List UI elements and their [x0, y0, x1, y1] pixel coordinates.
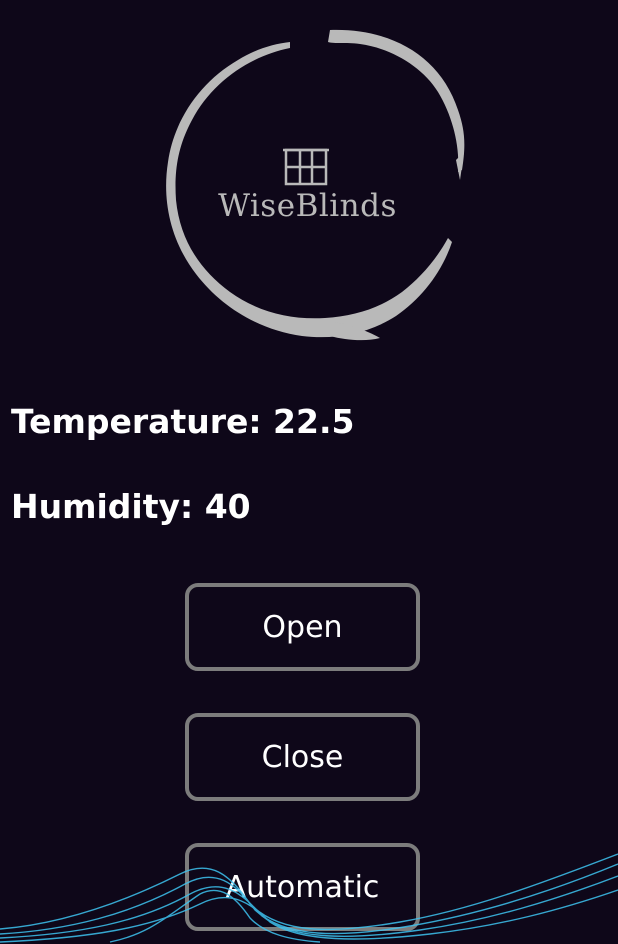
wiseblinds-logo: WiseBlinds	[140, 20, 475, 350]
app-screen: WiseBlinds Temperature: 22.5 Humidity: 4…	[0, 0, 618, 944]
close-button[interactable]: Close	[185, 713, 420, 801]
brush-circle-icon	[166, 29, 465, 341]
humidity-label: Humidity: 40	[11, 487, 251, 526]
open-button[interactable]: Open	[185, 583, 420, 671]
window-icon	[283, 148, 329, 186]
logo-text: WiseBlinds	[218, 188, 397, 224]
temperature-label: Temperature: 22.5	[11, 402, 355, 441]
automatic-button[interactable]: Automatic	[185, 843, 420, 931]
